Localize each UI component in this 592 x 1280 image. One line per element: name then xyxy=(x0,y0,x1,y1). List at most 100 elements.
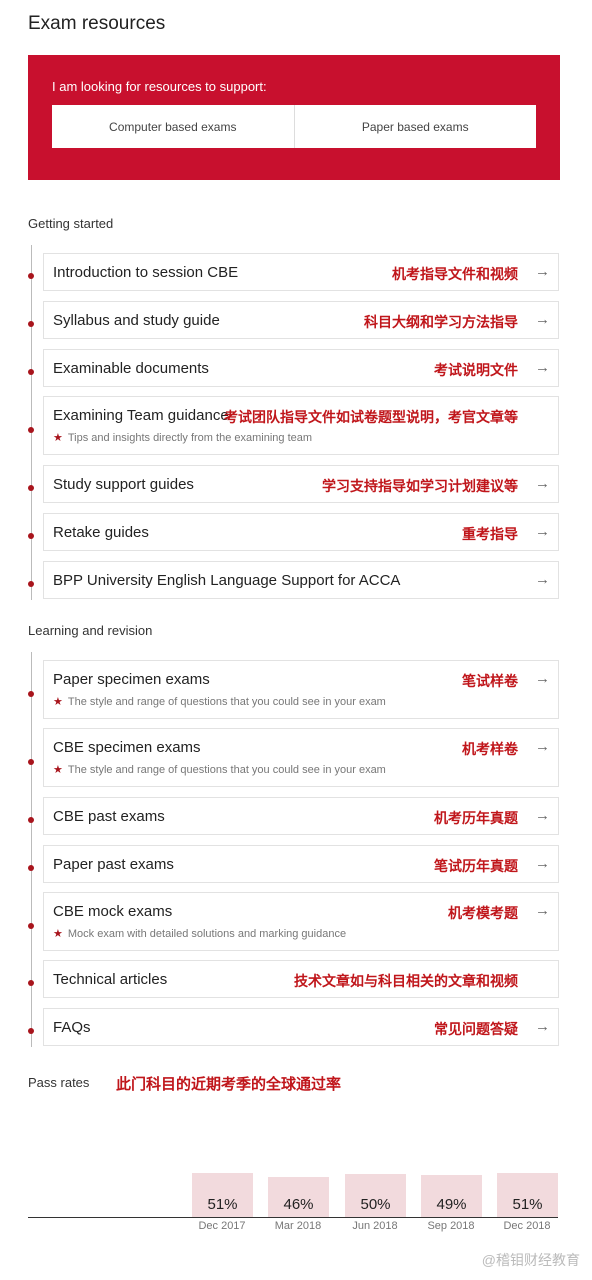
resource-title: Syllabus and study guide xyxy=(53,312,220,329)
star-icon: ★ xyxy=(53,928,63,940)
arrow-right-icon: → xyxy=(535,475,550,492)
resource-title: CBE past exams xyxy=(53,808,165,825)
timeline-dot xyxy=(28,690,34,697)
resource-title: CBE specimen exams xyxy=(53,739,201,756)
bar-label: 50% xyxy=(360,1196,391,1213)
bar: 51% xyxy=(192,1173,253,1217)
arrow-right-icon: → xyxy=(535,359,550,376)
pass-rates-heading: Pass rates xyxy=(28,1075,90,1090)
annotation-note: 笔试样卷 xyxy=(462,673,518,689)
resource-title: Technical articles xyxy=(53,971,168,988)
resource-title: Study support guides xyxy=(53,476,194,493)
subtitle-text: Tips and insights directly from the exam… xyxy=(67,432,313,444)
timeline-dot xyxy=(28,273,34,279)
timeline-dot xyxy=(28,533,34,539)
getting-started-heading: Getting started xyxy=(28,216,114,231)
resource-title: Retake guides xyxy=(53,524,149,541)
bar: 46% xyxy=(268,1177,329,1217)
resource-item[interactable]: Paper specimen exams 笔试样卷 ★ The style and r… xyxy=(43,660,559,719)
x-tick-label: Sep 2018 xyxy=(427,1220,475,1232)
resource-item[interactable]: Introduction to session CBE 机考指导文件和视频 → xyxy=(43,253,559,291)
timeline-dot xyxy=(28,1028,34,1034)
x-tick-label: Jun 2018 xyxy=(352,1220,398,1232)
timeline-dot xyxy=(28,980,34,986)
resource-title: Introduction to session CBE xyxy=(53,264,239,281)
resource-title: Examining Team guidance xyxy=(53,407,229,424)
subtitle-text: The style and range of questions that yo… xyxy=(67,764,386,776)
resource-item[interactable]: Examining Team guidance 考试团队指导文件如试卷题型说明，考… xyxy=(43,396,559,455)
x-tick-label: Dec 2018 xyxy=(503,1220,551,1232)
resource-subtitle: ★ Tips and insights directly from the exa… xyxy=(53,431,312,444)
resource-title: Paper specimen exams xyxy=(53,671,210,688)
paper-based-exams-button[interactable]: Paper based exams xyxy=(293,105,537,148)
arrow-right-icon: → xyxy=(535,263,550,280)
star-icon: ★ xyxy=(53,764,63,776)
x-axis xyxy=(28,1217,558,1218)
resource-title: Examinable documents xyxy=(53,360,209,377)
arrow-right-icon: → xyxy=(535,523,550,540)
resource-title: BPP University English Language Support … xyxy=(53,572,401,589)
timeline-dot xyxy=(28,581,34,587)
resource-item[interactable]: Study support guides 学习支持指导如学习计划建议等 → xyxy=(43,465,559,503)
timeline-dot xyxy=(28,426,34,433)
resource-title: CBE mock exams xyxy=(53,903,173,920)
resource-item[interactable]: Retake guides 重考指导 → xyxy=(43,513,559,551)
resource-subtitle: ★ Mock exam with detailed solutions and m… xyxy=(53,927,346,940)
bar-label: 46% xyxy=(283,1195,314,1213)
resource-item[interactable]: Examinable documents 考试说明文件 → xyxy=(43,349,559,387)
timeline-line xyxy=(31,245,32,600)
page-title: Exam resources xyxy=(28,13,166,34)
arrow-right-icon: → xyxy=(535,902,550,919)
annotation-note: 科目大纲和学习方法指导 xyxy=(364,314,518,330)
resource-item[interactable]: FAQs 常见问题答疑 → xyxy=(43,1008,559,1046)
annotation-note: 机考指导文件和视频 xyxy=(392,266,518,282)
bar: 49% xyxy=(421,1174,482,1217)
timeline-dot xyxy=(28,865,34,871)
resource-title: FAQs xyxy=(53,1019,91,1036)
annotation-note: 重考指导 xyxy=(462,526,518,542)
resource-item[interactable]: Syllabus and study guide 科目大纲和学习方法指导 → xyxy=(43,301,559,339)
selector-label: I am looking for resources to support: xyxy=(52,79,267,94)
annotation-note: 笔试历年真题 xyxy=(434,858,518,874)
learning-revision-heading: Learning and revision xyxy=(28,623,153,638)
resource-item[interactable]: CBE past exams 机考历年真题 → xyxy=(43,797,559,835)
bar-label: 51% xyxy=(207,1195,238,1213)
annotation-note: 技术文章如与科目相关的文章和视频 xyxy=(294,973,518,989)
bar-label: 49% xyxy=(436,1195,467,1213)
timeline-dot xyxy=(28,321,34,327)
timeline-dot xyxy=(28,485,34,491)
timeline-dot xyxy=(28,369,34,375)
resource-item[interactable]: BPP University English Language Support … xyxy=(43,561,559,599)
resource-item[interactable]: CBE mock exams 机考模考题 ★ Mock exam with detai… xyxy=(43,892,559,951)
watermark: @稽钼财经教育 xyxy=(481,1252,580,1268)
annotation-note: 常见问题答疑 xyxy=(434,1021,518,1037)
arrow-right-icon: → xyxy=(535,807,550,824)
resource-item[interactable]: CBE specimen exams 机考样卷 ★ The style and ran… xyxy=(43,728,559,787)
arrow-right-icon: → xyxy=(535,855,550,872)
arrow-right-icon: → xyxy=(535,1018,550,1035)
annotation-note: 考试团队指导文件如试卷题型说明，考官文章等 xyxy=(224,409,518,425)
x-tick-label: Dec 2017 xyxy=(198,1220,246,1232)
resource-title: Paper past exams xyxy=(53,856,174,873)
arrow-right-icon: → xyxy=(535,670,550,687)
timeline-dot xyxy=(28,922,34,929)
resource-subtitle: ★ The style and range of questions that y… xyxy=(53,763,386,776)
computer-based-exams-button[interactable]: Computer based exams xyxy=(52,105,294,148)
bar-label: 51% xyxy=(512,1195,543,1213)
bar: 51% xyxy=(497,1173,558,1217)
subtitle-text: Mock exam with detailed solutions and ma… xyxy=(67,928,347,940)
pass-rates-note: 此门科目的近期考季的全球通过率 xyxy=(116,1076,342,1093)
annotation-note: 机考样卷 xyxy=(462,741,518,757)
annotation-note: 考试说明文件 xyxy=(434,362,518,378)
arrow-right-icon: → xyxy=(535,311,550,328)
resource-subtitle: ★ The style and range of questions that y… xyxy=(53,695,386,708)
resource-item[interactable]: Technical articles 技术文章如与科目相关的文章和视频 xyxy=(43,960,559,998)
resource-item[interactable]: Paper past exams 笔试历年真题 → xyxy=(43,845,559,883)
timeline-dot xyxy=(28,758,34,765)
star-icon: ★ xyxy=(53,696,63,708)
timeline-line xyxy=(31,652,32,1047)
arrow-right-icon: → xyxy=(535,738,550,755)
resource-selector: I am looking for resources to support: C… xyxy=(28,55,560,180)
annotation-note: 机考模考题 xyxy=(448,905,518,921)
bar: 50% xyxy=(345,1174,406,1217)
